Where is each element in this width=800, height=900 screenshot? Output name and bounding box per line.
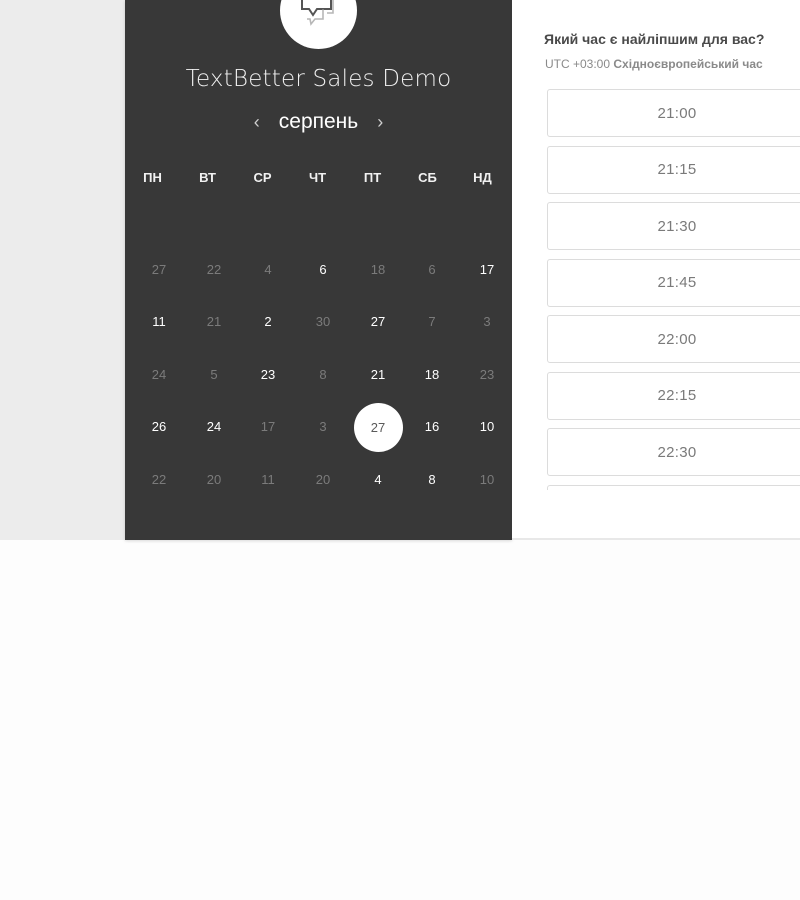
calendar-day: 21 [206, 314, 222, 329]
calendar-day[interactable]: 17 [464, 247, 510, 293]
time-slot-button[interactable] [547, 484, 800, 490]
page-background-bottom [0, 540, 800, 900]
calendar-day: 3 [483, 314, 491, 329]
calendar-day[interactable]: 16 [409, 404, 455, 450]
time-slot-button[interactable]: 21:00 [547, 89, 800, 137]
calendar-day[interactable]: 23 [245, 352, 291, 398]
time-slot-button[interactable]: 22:15 [547, 371, 800, 420]
calendar-day: 4 [264, 262, 272, 277]
timezone-name: Східноєвропейський час [613, 57, 763, 71]
time-slot-button[interactable]: 22:00 [547, 315, 800, 363]
calendar-day: 22 [151, 472, 167, 487]
calendar-day[interactable]: 10 [464, 404, 510, 450]
calendar-day: 27 [151, 262, 167, 277]
calendar-day: 10 [479, 472, 495, 487]
calendar-days-grid: 27 22 4 6 18 6 17 11 21 2 30 27 7 3 24 5 23 8 21 18 23 26 24 17… [125, 0, 512, 540]
time-question: Який час є найліпшим для вас? [544, 31, 765, 47]
calendar-day: 20 [206, 472, 222, 487]
calendar-day[interactable]: 8 [409, 457, 455, 503]
calendar-day: 24 [151, 367, 167, 382]
calendar-day: 11 [261, 472, 275, 487]
calendar-day[interactable]: 24 [191, 404, 237, 450]
calendar-day: 18 [370, 262, 386, 277]
time-slot-button[interactable]: 21:45 [547, 258, 800, 307]
calendar-day: 8 [319, 367, 327, 382]
calendar-day: 22 [206, 262, 222, 277]
time-slot-button[interactable]: 21:30 [547, 202, 800, 250]
time-selection-panel: Який час є найліпшим для вас? UTC +03:00… [512, 0, 800, 540]
calendar-day[interactable]: 21 [355, 352, 401, 398]
calendar-day: 20 [315, 472, 331, 487]
selected-day[interactable]: 27 [353, 402, 403, 452]
timezone-label: UTC +03:00 Східноєвропейський час [545, 57, 763, 71]
calendar-day: 30 [315, 314, 331, 329]
calendar-day: 3 [319, 419, 327, 434]
calendar-day: 17 [260, 419, 276, 434]
calendar-day[interactable]: 6 [300, 247, 346, 293]
calendar-day[interactable]: 2 [245, 299, 291, 345]
calendar-panel: TextBetter Sales Demo ‹ серпень › ПН ВТ СР… [125, 0, 512, 540]
calendar-day: 5 [210, 367, 218, 382]
time-slot-button[interactable]: 21:15 [547, 145, 800, 194]
calendar-day[interactable]: 26 [136, 404, 182, 450]
time-slot-list: 21:00 21:15 21:30 21:45 22:00 22:15 22:30 [547, 89, 800, 490]
calendar-day[interactable]: 4 [355, 457, 401, 503]
calendar-day: 23 [479, 367, 495, 382]
calendar-day: 6 [428, 262, 436, 277]
calendar-day[interactable]: 18 [409, 352, 455, 398]
calendar-day[interactable]: 11 [136, 299, 182, 345]
timezone-offset: UTC +03:00 [545, 57, 611, 71]
time-slot-button[interactable]: 22:30 [547, 428, 800, 476]
calendar-day[interactable]: 27 [355, 299, 401, 345]
page-background-left [0, 0, 125, 540]
calendar-day: 7 [428, 314, 436, 329]
